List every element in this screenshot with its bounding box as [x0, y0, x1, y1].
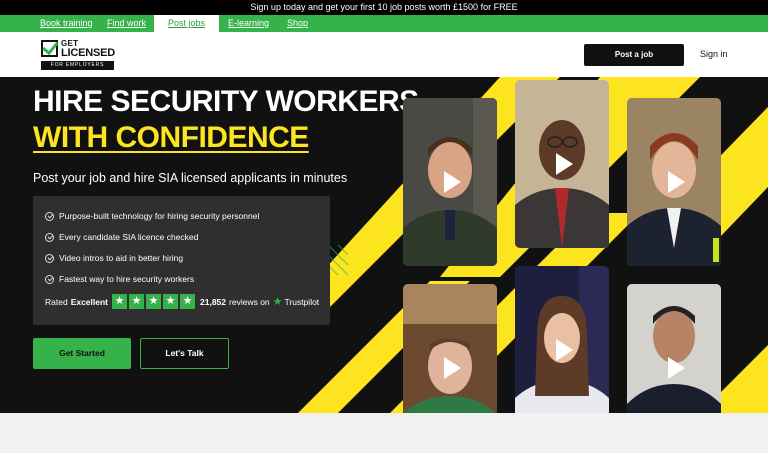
hero-title-line2: WITH CONFIDENCE	[33, 121, 309, 154]
play-icon	[668, 171, 685, 193]
play-icon	[668, 357, 685, 379]
nav-e-learning[interactable]: E-learning	[228, 15, 269, 32]
video-card-2[interactable]	[515, 80, 609, 248]
hero-subtitle: Post your job and hire SIA licensed appl…	[33, 171, 348, 185]
video-card-3[interactable]	[627, 98, 721, 266]
video-card-5[interactable]	[515, 266, 609, 413]
check-circle-icon	[45, 253, 54, 263]
post-job-button[interactable]: Post a job	[584, 44, 684, 66]
check-circle-icon	[45, 232, 54, 242]
play-icon	[444, 357, 461, 379]
announcement-bar: Sign up today and get your first 10 job …	[0, 0, 768, 15]
feature-item: Video intros to aid in better hiring	[45, 252, 183, 264]
person-thumbnail	[627, 284, 721, 413]
play-icon	[556, 153, 573, 175]
check-circle-icon	[45, 211, 54, 221]
feature-item: Every candidate SIA licence checked	[45, 231, 198, 243]
nav-shop[interactable]: Shop	[287, 15, 308, 32]
star-icon: ★	[129, 294, 145, 309]
play-icon	[444, 171, 461, 193]
feature-item: Fastest way to hire security workers	[45, 273, 194, 285]
hero-title-line1: HIRE SECURITY WORKERS	[33, 85, 419, 118]
star-icon: ★	[112, 294, 128, 309]
video-card-4[interactable]	[403, 284, 497, 413]
lets-talk-button[interactable]: Let's Talk	[140, 338, 229, 369]
hero-section: HIRE SECURITY WORKERS WITH CONFIDENCE Po…	[0, 77, 768, 413]
play-icon	[556, 339, 573, 361]
nav-post-jobs[interactable]: Post jobs	[154, 15, 220, 32]
get-licensed-logo[interactable]: GET LICENSED FOR EMPLOYERS	[40, 38, 115, 71]
checkbox-logo-icon	[41, 40, 58, 57]
get-started-button[interactable]: Get Started	[33, 338, 131, 369]
person-thumbnail	[403, 284, 497, 413]
star-icon: ★	[146, 294, 162, 309]
trustpilot-rating[interactable]: Rated Excellent ★ ★ ★ ★ ★ 21,852 reviews…	[45, 294, 319, 309]
sign-in-link[interactable]: Sign in	[700, 49, 728, 59]
features-box: Purpose-built technology for hiring secu…	[33, 196, 330, 325]
nav-book-training[interactable]: Book training	[40, 15, 93, 32]
feature-item: Purpose-built technology for hiring secu…	[45, 210, 259, 222]
nav-find-work[interactable]: Find work	[107, 15, 146, 32]
star-icon: ★	[163, 294, 179, 309]
trustpilot-star-icon: ★	[272, 296, 283, 308]
next-section	[0, 413, 768, 453]
top-navigation: Book training Find work Post jobs E-lear…	[0, 15, 768, 32]
video-card-1[interactable]	[403, 98, 497, 266]
site-header: GET LICENSED FOR EMPLOYERS Post a job Si…	[0, 32, 768, 77]
star-icon: ★	[180, 294, 196, 309]
video-card-6[interactable]	[627, 284, 721, 413]
check-circle-icon	[45, 274, 54, 284]
